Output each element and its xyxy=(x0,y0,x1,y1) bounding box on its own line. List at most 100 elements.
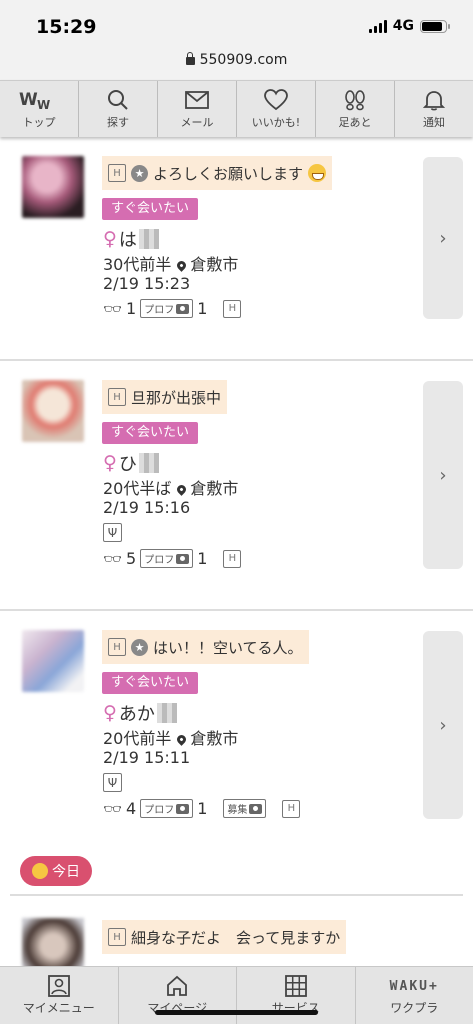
sprout-icon: Ψ xyxy=(103,523,122,542)
age-range: 20代半ば xyxy=(103,479,172,498)
status-badge: すぐ会いたい xyxy=(102,672,199,694)
location-text: 倉敷市 xyxy=(190,255,239,274)
lock-icon xyxy=(185,52,195,65)
prof-label: プロフ xyxy=(144,555,175,566)
chevron-right-icon: › xyxy=(439,464,447,486)
status-badge: すぐ会いたい xyxy=(102,198,199,220)
message-bubble: H ★ はい！！空いてる人。 xyxy=(102,630,309,664)
open-profile-button[interactable]: › xyxy=(423,631,463,819)
timestamp: 2/19 15:11 xyxy=(103,748,191,767)
battery-icon xyxy=(420,19,450,33)
building-icon: H xyxy=(108,388,126,406)
address-bar[interactable]: 550909.com xyxy=(0,48,473,80)
search-icon xyxy=(79,88,157,112)
chevron-right-icon: › xyxy=(439,227,447,249)
nav-footprints-label: 足あと xyxy=(338,116,372,129)
nav-search[interactable]: 探す xyxy=(79,81,158,137)
open-profile-button[interactable]: › xyxy=(423,381,463,569)
prof-count: 1 xyxy=(197,299,208,318)
list-item[interactable]: H ★ はい！！空いてる人。 すぐ会いたい ♀ あか 20代前半 倉敷市 2/19 … xyxy=(0,611,473,841)
pixelated-name xyxy=(138,453,159,473)
status-badge: すぐ会いたい xyxy=(102,422,199,444)
recruit-photo-chip: 募集 xyxy=(223,799,267,818)
building-icon: H xyxy=(223,549,242,568)
message-text: よろしくお願いします xyxy=(153,164,304,183)
message-bubble: H 旦那が出張中 xyxy=(102,380,228,414)
bottom-nav: マイメニュー マイページ サービス WAKU+ ワクプラ xyxy=(0,966,473,1024)
pixelated-name xyxy=(138,229,159,249)
svg-text:W: W xyxy=(37,98,50,111)
user-card-icon xyxy=(0,973,118,999)
user-meta: 20代半ば 倉敷市 xyxy=(103,475,238,499)
user-name-text: は xyxy=(118,230,137,251)
location-pin-icon xyxy=(175,733,189,746)
female-icon: ♀ xyxy=(103,702,117,724)
prof-label: プロフ xyxy=(144,805,175,816)
nav-footprints[interactable]: 足あと xyxy=(316,81,395,137)
bottom-nav-mypage[interactable]: マイページ xyxy=(119,967,237,1024)
building-icon: H xyxy=(108,928,126,946)
user-list: H ★ よろしくお願いします すぐ会いたい ♀ は 30代前半 倉敷市 2/19 1… xyxy=(0,137,473,841)
top-nav: WW トップ 探す メール いいかも! 足あと 通知 xyxy=(0,80,473,137)
clock: 15:29 xyxy=(36,16,97,38)
location-text: 倉敷市 xyxy=(190,729,239,748)
grid-icon xyxy=(237,973,355,999)
bottom-nav-wakupura[interactable]: WAKU+ ワクプラ xyxy=(356,967,473,1024)
views-count: 5 xyxy=(126,549,137,568)
bottom-nav-mymenu[interactable]: マイメニュー xyxy=(0,967,119,1024)
prof-count: 1 xyxy=(197,549,208,568)
chevron-right-icon: › xyxy=(439,714,447,736)
camera-icon xyxy=(176,803,190,814)
mail-icon xyxy=(158,88,236,112)
nav-top-label: トップ xyxy=(22,116,56,129)
nav-notify[interactable]: 通知 xyxy=(395,81,473,137)
views-icon: 👓︎ xyxy=(103,299,123,318)
waku-plus-logo-text: WAKU+ xyxy=(389,978,439,994)
stats-row: 👓︎ 5 プロフ 1 H xyxy=(103,549,242,568)
message-bubble: H ★ よろしくお願いします xyxy=(102,156,333,190)
camera-icon xyxy=(176,303,190,314)
url-text: 550909.com xyxy=(199,52,288,68)
location-pin-icon xyxy=(175,259,189,272)
avatar[interactable] xyxy=(22,156,84,218)
open-profile-button[interactable]: › xyxy=(423,157,463,319)
message-text: はい！！空いてる人。 xyxy=(153,638,303,657)
list-item[interactable]: H 旦那が出張中 すぐ会いたい ♀ ひ 20代半ば 倉敷市 2/19 15:16 Ψ… xyxy=(0,361,473,611)
message-bubble: H 細身な子だよ 会って見ますか xyxy=(102,920,347,954)
avatar[interactable] xyxy=(22,380,84,442)
nav-like[interactable]: いいかも! xyxy=(237,81,316,137)
user-meta: 30代前半 倉敷市 xyxy=(103,251,238,275)
sprout-icon: Ψ xyxy=(103,773,122,792)
profile-photo-chip: プロフ xyxy=(140,799,194,818)
prof-count: 1 xyxy=(197,799,208,818)
svg-text:W: W xyxy=(19,90,38,110)
profile-photo-chip: プロフ xyxy=(140,549,194,568)
timestamp: 2/19 15:16 xyxy=(103,498,191,517)
avatar[interactable] xyxy=(22,630,84,692)
list-item[interactable]: H 細身な子だよ 会って見ますか xyxy=(0,896,473,980)
user-name-text: ひ xyxy=(118,454,137,475)
nav-mail[interactable]: メール xyxy=(158,81,237,137)
date-divider-badge: 今日 xyxy=(20,856,92,886)
nav-top[interactable]: WW トップ xyxy=(0,81,79,137)
home-indicator[interactable] xyxy=(155,1010,318,1015)
star-icon: ★ xyxy=(131,164,148,182)
star-icon: ★ xyxy=(131,638,148,656)
user-name: ♀ あか xyxy=(103,700,177,726)
list-item[interactable]: H ★ よろしくお願いします すぐ会いたい ♀ は 30代前半 倉敷市 2/19 1… xyxy=(0,137,473,361)
network-type: 4G xyxy=(392,18,414,34)
female-icon: ♀ xyxy=(103,228,117,250)
views-count: 4 xyxy=(126,799,137,818)
age-range: 20代前半 xyxy=(103,729,172,748)
nav-like-label: いいかも! xyxy=(251,116,301,129)
stats-row: 👓︎ 4 プロフ 1 募集 H xyxy=(103,799,301,818)
location-pin-icon xyxy=(175,483,189,496)
views-count: 1 xyxy=(126,299,137,318)
nav-mail-label: メール xyxy=(180,116,214,129)
home-icon xyxy=(119,973,237,999)
timestamp: 2/19 15:23 xyxy=(103,274,191,293)
age-range: 30代前半 xyxy=(103,255,172,274)
profile-photo-chip: プロフ xyxy=(140,299,194,318)
heart-icon xyxy=(237,88,315,112)
bottom-nav-service[interactable]: サービス xyxy=(237,967,356,1024)
